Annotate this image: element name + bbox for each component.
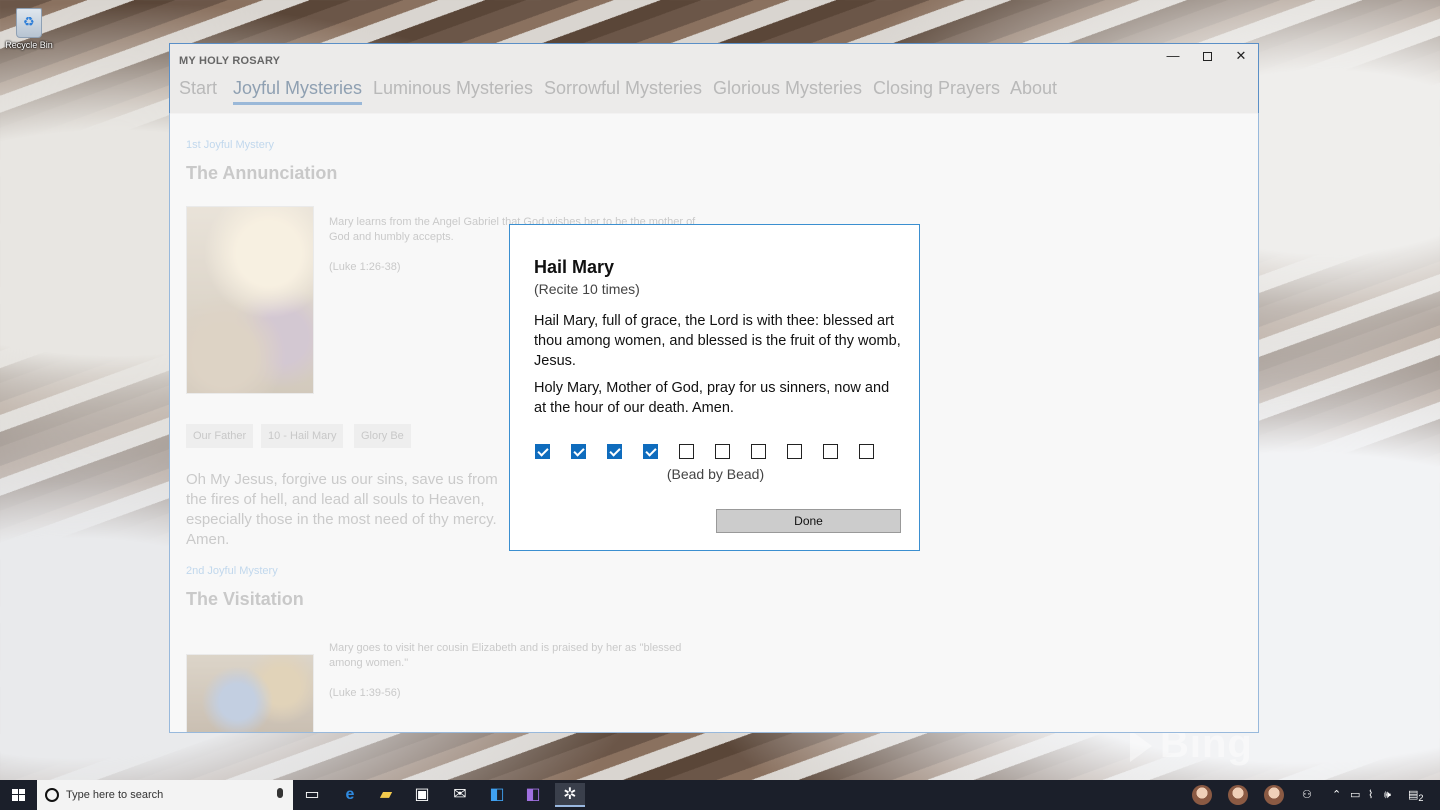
nav-tabs: Start Joyful Mysteries Luminous Mysterie… xyxy=(170,76,1258,114)
start-button[interactable] xyxy=(0,780,36,810)
tab-glorious-mysteries[interactable]: Glorious Mysteries xyxy=(713,78,862,99)
bead-checkbox-2[interactable] xyxy=(571,444,586,459)
rosary-app-icon[interactable]: ✲ xyxy=(555,783,585,807)
dialog-title: Hail Mary xyxy=(534,257,615,277)
volume-icon[interactable]: 🕪 xyxy=(1384,780,1391,810)
prayer-paragraph-1: Hail Mary, full of grace, the Lord is wi… xyxy=(534,313,901,369)
store-icon[interactable]: ▣ xyxy=(407,783,437,807)
tab-start[interactable]: Start xyxy=(179,78,217,99)
search-input[interactable]: Type here to search xyxy=(37,780,293,810)
taskbar: Type here to search ▭ e ▰ ▣ ✉ ◧ ◧ ✲ ⚇ ⌃ … xyxy=(0,780,1440,810)
bead-checkbox-5[interactable] xyxy=(679,444,694,459)
mail-icon[interactable]: ✉ xyxy=(445,783,475,807)
visual-studio-code-icon[interactable]: ◧ xyxy=(482,783,512,807)
notification-count: 2 xyxy=(1418,793,1424,804)
maximize-button[interactable] xyxy=(1190,44,1224,72)
people-icon[interactable]: ⚇ xyxy=(1302,780,1312,810)
title-bar[interactable]: MY HOLY ROSARY — ✕ xyxy=(170,44,1258,76)
done-button[interactable]: Done xyxy=(716,509,901,533)
task-view-icon[interactable]: ▭ xyxy=(297,783,327,807)
bead-checkbox-6[interactable] xyxy=(715,444,730,459)
bead-checkbox-4[interactable] xyxy=(643,444,658,459)
recycle-bin-glyph xyxy=(16,8,42,38)
tab-about[interactable]: About xyxy=(1010,78,1057,99)
bead-checkbox-1[interactable] xyxy=(535,444,550,459)
bead-checkbox-3[interactable] xyxy=(607,444,622,459)
chevron-up-icon[interactable]: ⌃ xyxy=(1332,780,1341,810)
file-explorer-icon[interactable]: ▰ xyxy=(371,783,401,807)
people-avatar-1[interactable] xyxy=(1192,785,1212,805)
cortana-icon xyxy=(45,788,59,802)
people-avatar-2[interactable] xyxy=(1228,785,1248,805)
bing-logo-icon xyxy=(1130,730,1152,763)
people-avatar-3[interactable] xyxy=(1264,785,1284,805)
notifications-icon[interactable]: ▤2 xyxy=(1408,780,1424,810)
edge-icon[interactable]: e xyxy=(335,783,365,807)
tab-closing-prayers[interactable]: Closing Prayers xyxy=(873,78,1000,99)
search-placeholder: Type here to search xyxy=(66,789,164,801)
bead-checkbox-10[interactable] xyxy=(859,444,874,459)
battery-icon[interactable]: ▭ xyxy=(1350,780,1360,810)
visual-studio-icon[interactable]: ◧ xyxy=(518,783,548,807)
wifi-icon[interactable]: ⌇ xyxy=(1368,780,1373,810)
prayer-paragraph-2: Holy Mary, Mother of God, pray for us si… xyxy=(534,380,890,416)
maximize-icon xyxy=(1202,52,1212,62)
close-button[interactable]: ✕ xyxy=(1224,44,1258,72)
bead-hint: (Bead by Bead) xyxy=(666,466,765,482)
tab-sorrowful-mysteries[interactable]: Sorrowful Mysteries xyxy=(544,78,702,99)
recycle-bin-icon[interactable]: Recycle Bin xyxy=(4,8,54,50)
bead-checkbox-9[interactable] xyxy=(823,444,838,459)
hail-mary-dialog: Hail Mary (Recite 10 times) Hail Mary, f… xyxy=(509,224,920,551)
microphone-icon[interactable] xyxy=(277,788,283,798)
minimize-button[interactable]: — xyxy=(1156,44,1190,72)
recycle-bin-label: Recycle Bin xyxy=(5,40,53,50)
app-title: MY HOLY ROSARY xyxy=(179,55,281,67)
dialog-subtitle: (Recite 10 times) xyxy=(534,281,640,297)
bead-checkbox-8[interactable] xyxy=(787,444,802,459)
tab-luminous-mysteries[interactable]: Luminous Mysteries xyxy=(373,78,533,99)
bead-checkbox-7[interactable] xyxy=(751,444,766,459)
tab-joyful-mysteries[interactable]: Joyful Mysteries xyxy=(233,78,363,105)
